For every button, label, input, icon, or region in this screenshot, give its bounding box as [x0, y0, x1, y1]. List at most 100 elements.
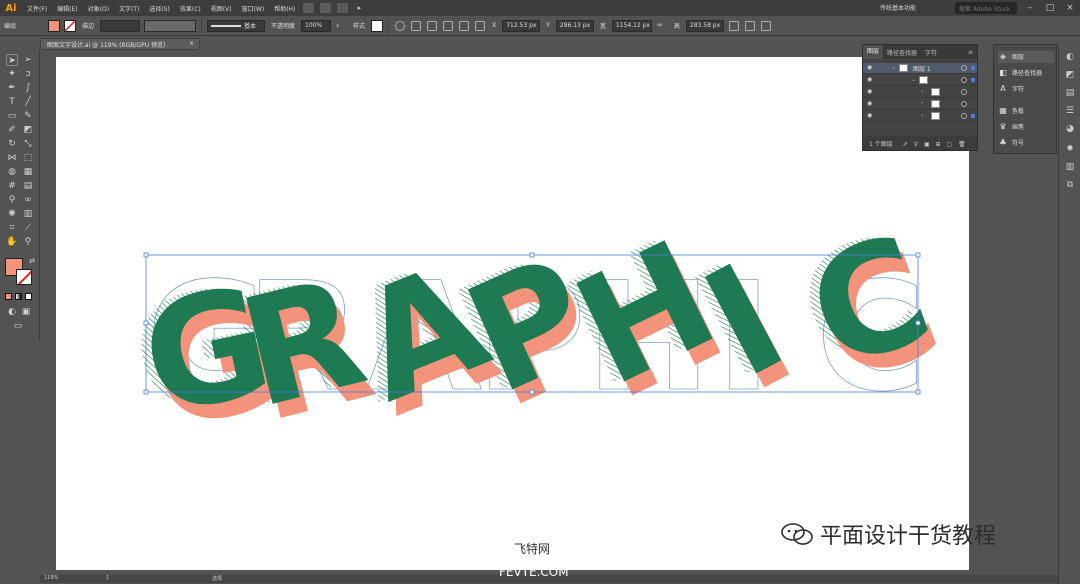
brush-definition-field[interactable]: 基本 [207, 19, 266, 32]
shape-builder-icon[interactable]: ◍ [6, 166, 18, 178]
artboard-tool-icon[interactable]: ⌗ [6, 222, 18, 234]
bridge-icon[interactable] [303, 3, 315, 13]
curvature-tool-icon[interactable]: ∫ [22, 82, 34, 94]
target-icon[interactable] [961, 113, 967, 119]
isolate-icon[interactable] [728, 20, 739, 31]
collapse-chevron-icon[interactable]: › [921, 88, 923, 95]
align-center-icon[interactable] [443, 20, 454, 31]
graphic-styles-icon[interactable]: ⧉ [1065, 180, 1075, 190]
align-right-icon[interactable] [459, 20, 470, 31]
artboard-number[interactable]: 1 [106, 575, 109, 581]
transform-icon[interactable] [475, 20, 486, 31]
width-field[interactable]: 1154.12 px [611, 19, 652, 32]
slice-tool-icon[interactable]: ⟋ [22, 222, 34, 234]
selection-tool-icon[interactable]: ➤ [6, 54, 18, 66]
target-icon[interactable] [961, 89, 967, 95]
menu-select[interactable]: 选择(S) [144, 4, 175, 13]
arrange-icon[interactable] [744, 20, 755, 31]
menu-view[interactable]: 视图(V) [206, 4, 237, 13]
dock-item-character[interactable]: A 字符 [998, 83, 1054, 95]
x-field[interactable]: 712.53 px [502, 19, 541, 32]
gradient-icon[interactable]: ▥ [1065, 162, 1075, 172]
dock-item-pathfinder[interactable]: ◧ 路径查找器 [998, 67, 1054, 79]
dock-item-layers[interactable]: ◈ 图层 [998, 51, 1054, 63]
draw-inside-icon[interactable]: ▣ [20, 306, 32, 318]
menu-file[interactable]: 文件(F) [22, 4, 52, 13]
new-sublayer-icon[interactable]: ⊞ [936, 141, 941, 148]
panel-menu-icon[interactable]: ≡ [964, 49, 977, 56]
lasso-icon[interactable]: ↄ [22, 68, 34, 80]
dock-item-symbols[interactable]: ♣ 符号 [998, 137, 1054, 149]
draw-mode-icon[interactable]: ◐ [6, 306, 18, 318]
arrange-documents-icon[interactable] [337, 3, 349, 13]
expand-chevron-icon[interactable]: ⌄ [891, 64, 896, 71]
perspective-grid-icon[interactable]: ▦ [22, 166, 34, 178]
symbol-sprayer-icon[interactable]: ✺ [6, 208, 18, 220]
rectangle-tool-icon[interactable]: ▭ [6, 110, 18, 122]
stroke-icon[interactable]: ✸ [1065, 144, 1075, 154]
link-icon[interactable]: ∞ [657, 21, 667, 31]
distribute-icon[interactable] [427, 20, 438, 31]
sublayer-row[interactable]: ◉ ⌄ [863, 75, 977, 86]
width-tool-icon[interactable]: ⋈ [6, 152, 18, 164]
menu-effect[interactable]: 效果(C) [175, 4, 206, 13]
menu-icon[interactable] [760, 20, 771, 31]
free-transform-icon[interactable]: ⬚ [22, 152, 34, 164]
close-icon[interactable]: × [1064, 2, 1076, 14]
eye-icon[interactable]: ◉ [867, 101, 874, 107]
sublayer-row[interactable]: ◉ › [863, 111, 977, 122]
gradient-mode-icon[interactable] [15, 293, 22, 300]
chevron-right-icon[interactable]: › [336, 21, 346, 31]
graphic-style-swatch[interactable] [371, 19, 384, 32]
locate-icon[interactable]: ⚲ [914, 141, 918, 148]
eyedropper-icon[interactable]: ⚲ [6, 194, 18, 206]
collapse-chevron-icon[interactable]: › [921, 112, 923, 119]
dock-item-swatches[interactable]: ▦ 色板 [998, 105, 1054, 117]
zoom-tool-icon[interactable]: ⚲ [22, 236, 34, 248]
tab-character[interactable]: 字符 [921, 48, 941, 57]
target-icon[interactable] [961, 77, 967, 83]
hand-tool-icon[interactable]: ✋ [6, 236, 18, 248]
rotate-tool-icon[interactable]: ↻ [6, 138, 18, 150]
artboard[interactable]: GRAPHIC GRAPHIC GRAPHIC GRAPHIC [56, 57, 969, 570]
eye-icon[interactable]: ◉ [867, 89, 874, 95]
variable-width-field[interactable] [144, 19, 197, 32]
eye-icon[interactable]: ◉ [867, 113, 874, 119]
properties-icon[interactable]: ▤ [1065, 88, 1075, 98]
gradient-tool-icon[interactable]: ▤ [22, 180, 34, 192]
tab-pathfinder[interactable]: 路径查找器 [883, 48, 921, 57]
fill-swatch[interactable] [48, 19, 61, 32]
menu-type[interactable]: 文字(T) [114, 4, 144, 13]
screen-mode-icon[interactable]: ▭ [12, 320, 24, 332]
tab-layers[interactable]: 图层 [863, 45, 884, 59]
close-tab-icon[interactable]: × [189, 40, 194, 47]
search-input[interactable]: 搜索 Adobe Stock [955, 2, 1017, 14]
dock-item-brushes[interactable]: ♛ 画笔 [998, 121, 1054, 133]
stock-icon[interactable] [320, 3, 332, 13]
selection-indicator[interactable] [971, 78, 975, 82]
shaper-tool-icon[interactable]: ✐ [6, 124, 18, 136]
mesh-tool-icon[interactable]: # [6, 180, 18, 192]
eraser-icon[interactable]: ◩ [22, 124, 34, 136]
export-icon[interactable]: ⇗ [903, 141, 908, 148]
menu-edit[interactable]: 编辑(E) [52, 4, 82, 13]
stroke-swatch[interactable] [64, 19, 77, 32]
recolor-icon[interactable] [395, 20, 406, 31]
menu-window[interactable]: 窗口(W) [237, 4, 270, 13]
swap-colors-icon[interactable]: ⇄ [26, 255, 38, 267]
pen-tool-icon[interactable]: ✒ [6, 82, 18, 94]
color-mode-icon[interactable] [5, 293, 12, 300]
column-graph-icon[interactable]: ▥ [22, 208, 34, 220]
status-mode[interactable]: 选择 [212, 575, 222, 582]
appearance-icon[interactable]: ☰ [1065, 106, 1075, 116]
clipping-mask-icon[interactable]: ▣ [924, 141, 930, 148]
minimize-icon[interactable]: – [1024, 2, 1036, 14]
type-tool-icon[interactable]: T [6, 96, 18, 108]
document-tab[interactable]: 图案文字设计.ai @ 119% (RGB/GPU 预览) × [40, 38, 200, 50]
collapse-chevron-icon[interactable]: › [921, 100, 923, 107]
magic-wand-icon[interactable]: ✦ [6, 68, 18, 80]
maximize-icon[interactable]: □ [1044, 2, 1056, 14]
blend-tool-icon[interactable]: ∞ [22, 194, 34, 206]
sublayer-row[interactable]: ◉ › [863, 99, 977, 110]
color-guide-icon[interactable]: ◩ [1065, 70, 1075, 80]
